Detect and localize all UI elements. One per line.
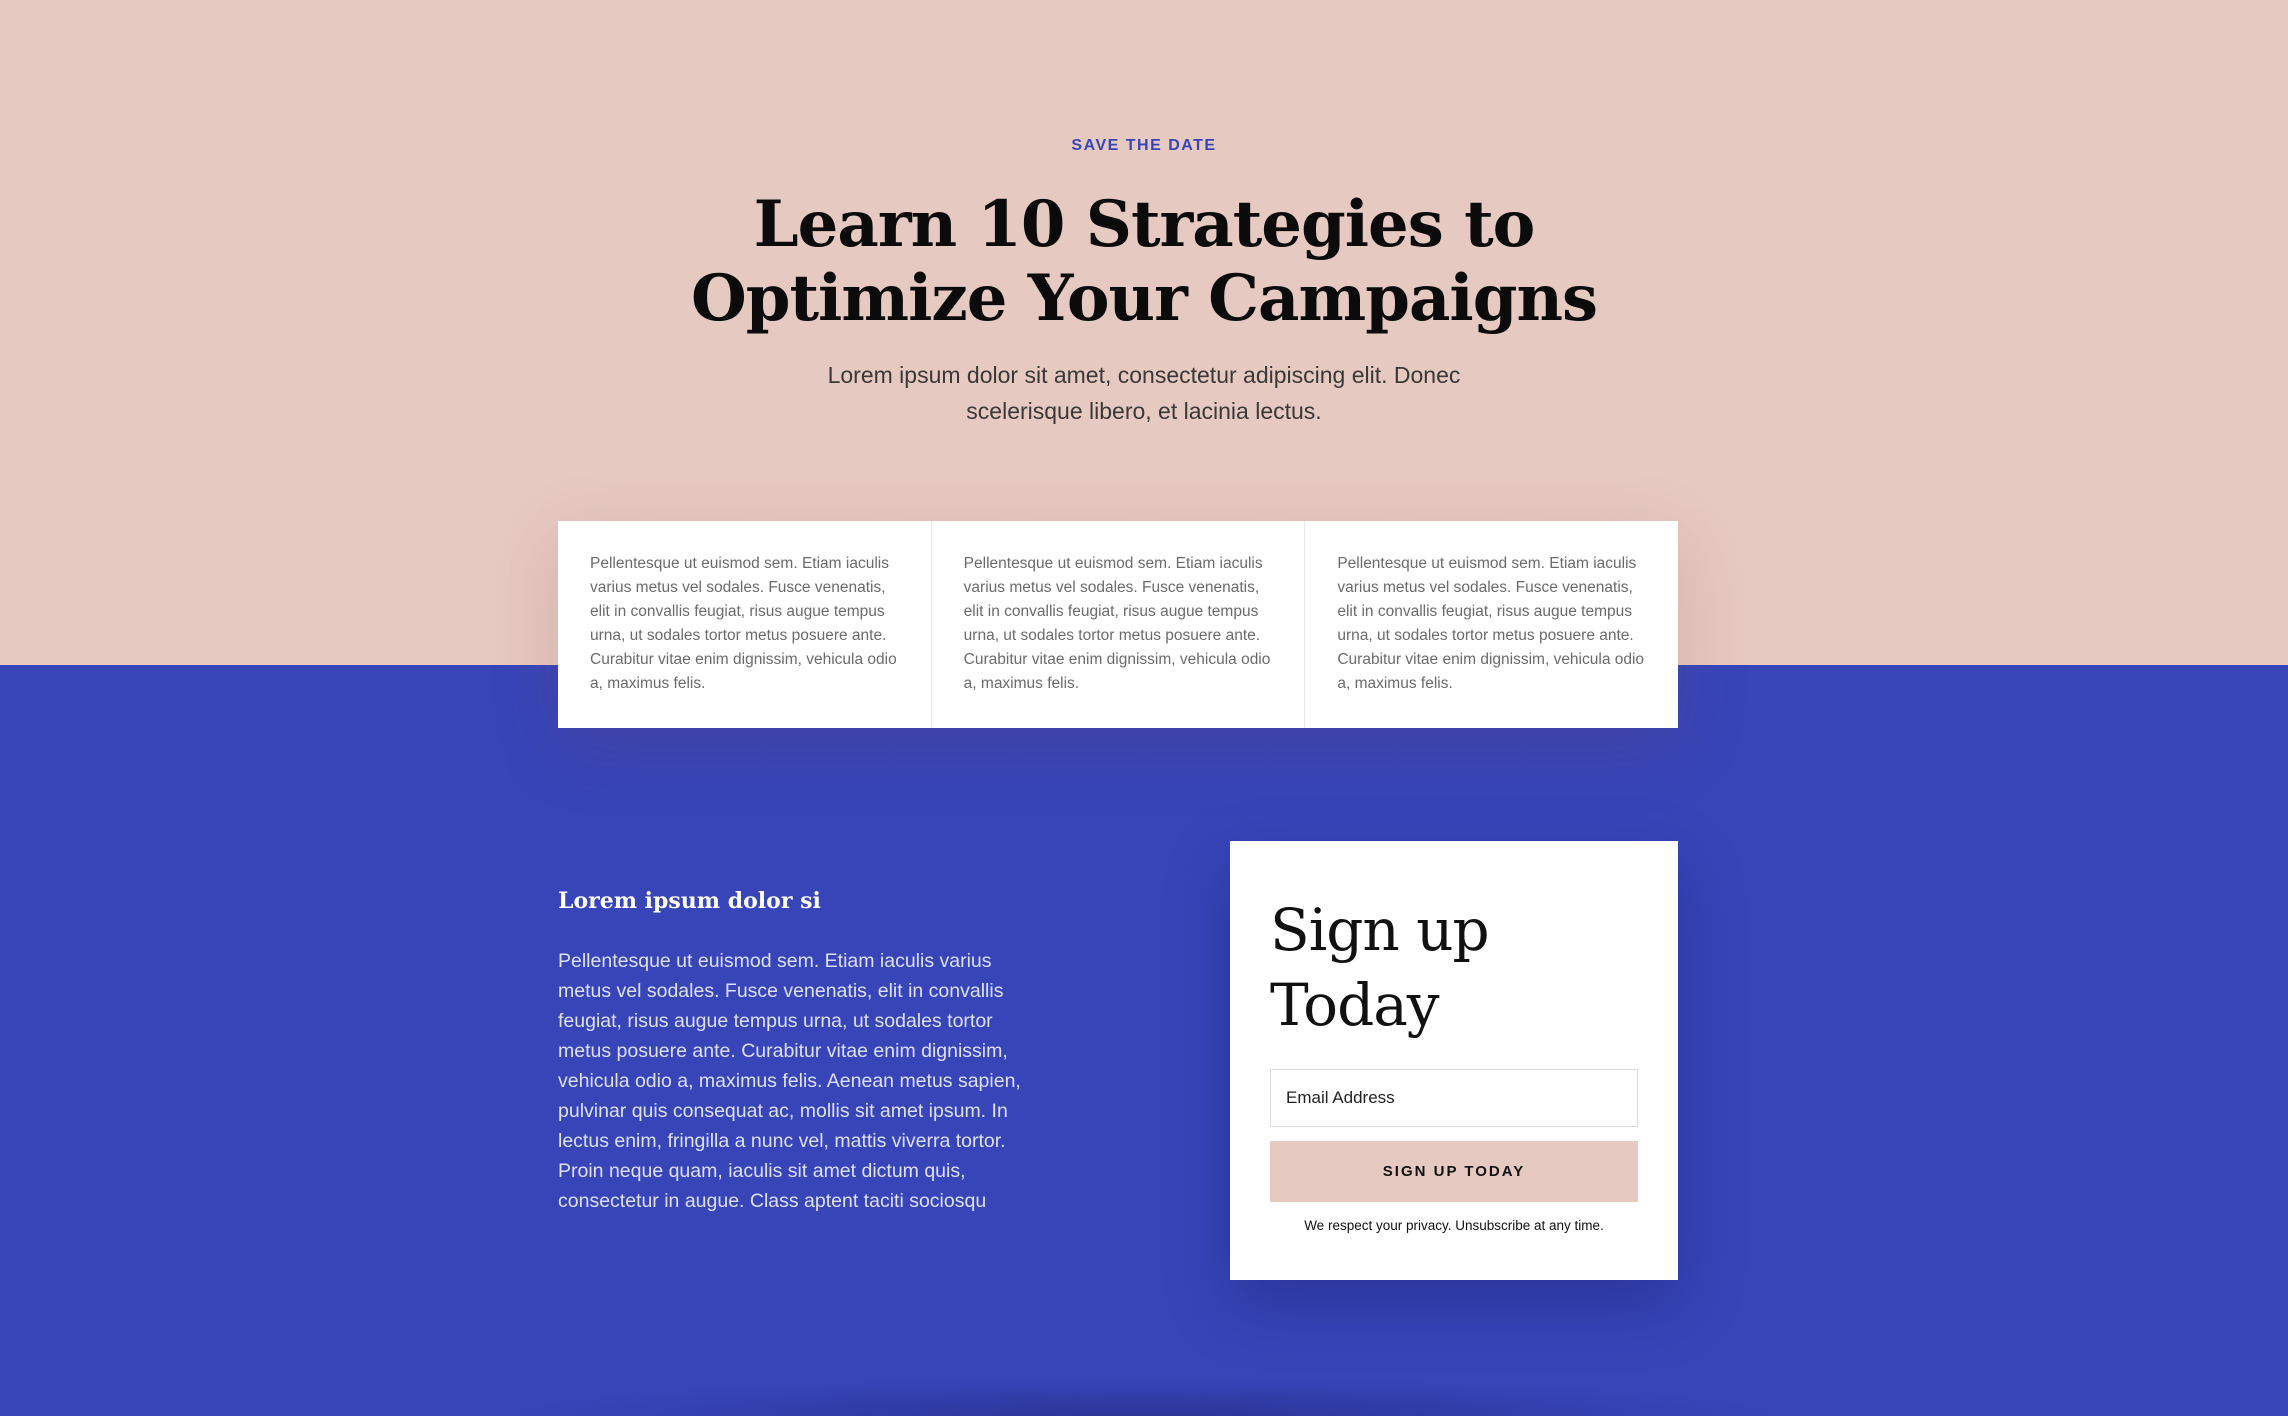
info-cards: Pellentesque ut euismod sem. Etiam iacul… bbox=[558, 521, 1678, 728]
info-card-text: Pellentesque ut euismod sem. Etiam iacul… bbox=[1337, 555, 1645, 692]
blue-band-section bbox=[0, 665, 2288, 1408]
info-card-text: Pellentesque ut euismod sem. Etiam iacul… bbox=[963, 555, 1271, 692]
eyebrow-label: SAVE THE DATE bbox=[1071, 137, 1217, 154]
info-card-text: Pellentesque ut euismod sem. Etiam iacul… bbox=[590, 555, 897, 692]
email-field[interactable] bbox=[1270, 1069, 1638, 1127]
page-title: Learn 10 Strategies to Optimize Your Cam… bbox=[644, 188, 1644, 336]
section-shadow bbox=[500, 1376, 1788, 1416]
feature-title: Lorem ipsum dolor si bbox=[558, 888, 821, 914]
page-title-line-1: Learn 10 Strategies to bbox=[753, 187, 1536, 262]
page-subtitle: Lorem ipsum dolor sit amet, consectetur … bbox=[827, 362, 1461, 424]
feature-body: Pellentesque ut euismod sem. Etiam iacul… bbox=[558, 950, 1021, 1212]
signup-title-line-1: Sign up bbox=[1270, 896, 1490, 964]
info-card: Pellentesque ut euismod sem. Etiam iacul… bbox=[932, 521, 1306, 728]
info-card: Pellentesque ut euismod sem. Etiam iacul… bbox=[558, 521, 932, 728]
info-card: Pellentesque ut euismod sem. Etiam iacul… bbox=[1305, 521, 1678, 728]
signup-button[interactable]: SIGN UP TODAY bbox=[1270, 1141, 1638, 1202]
page-title-line-2: Optimize Your Campaigns bbox=[690, 261, 1598, 336]
signup-title-line-2: Today bbox=[1270, 971, 1440, 1039]
signup-card: Sign up Today SIGN UP TODAY We respect y… bbox=[1230, 841, 1678, 1280]
privacy-note: We respect your privacy. Unsubscribe at … bbox=[1304, 1218, 1604, 1233]
signup-title: Sign up Today bbox=[1270, 893, 1638, 1043]
